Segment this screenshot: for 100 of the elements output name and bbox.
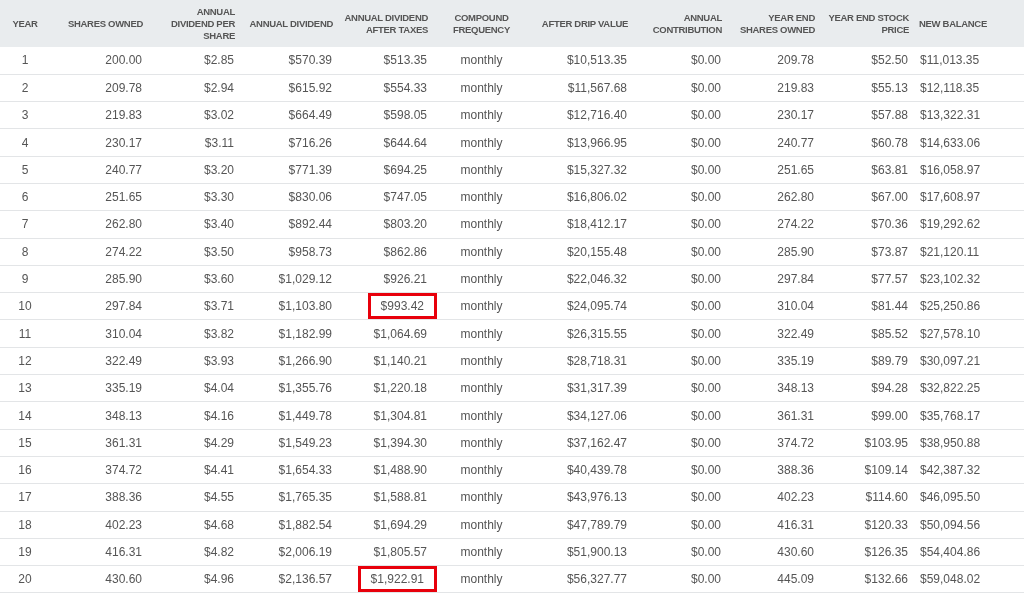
table-cell-text: $747.05 bbox=[383, 189, 427, 207]
table-cell-text: $1,140.21 bbox=[373, 352, 427, 370]
table-cell: $3.40 bbox=[203, 217, 234, 232]
table-cell-text: $1,694.29 bbox=[373, 516, 427, 534]
table-cell: $0.00 bbox=[690, 272, 721, 286]
table-cell: $11,013.35 bbox=[920, 53, 980, 68]
table-cell: 374.72 bbox=[105, 463, 142, 478]
table-cell: 15 bbox=[18, 435, 32, 450]
table-cell: $103.95 bbox=[864, 435, 908, 450]
table-cell: $0.00 bbox=[690, 244, 721, 259]
table-cell: $10,513.35 bbox=[566, 53, 627, 68]
table-cell: $958.73 bbox=[288, 244, 332, 259]
table-cell-text: $926.21 bbox=[383, 271, 427, 288]
table-cell: $3.60 bbox=[203, 272, 234, 286]
table-cell: $60.78 bbox=[871, 135, 908, 150]
table-cell: $3.82 bbox=[203, 326, 234, 341]
table-cell: $0.00 bbox=[690, 517, 721, 532]
table-cell: 297.84 bbox=[105, 299, 142, 314]
table-cell: monthly bbox=[460, 490, 503, 505]
table-cell: $52.50 bbox=[871, 53, 908, 68]
table-cell: $63.81 bbox=[871, 162, 908, 177]
table-cell: $0.00 bbox=[690, 545, 721, 559]
table-cell: monthly bbox=[460, 162, 503, 177]
table-cell: $0.00 bbox=[690, 190, 721, 205]
table-cell: $31,317.39 bbox=[566, 381, 627, 396]
table-cell: $73.87 bbox=[871, 244, 908, 259]
table-cell: 18 bbox=[18, 517, 32, 532]
table-cell-text: $694.25 bbox=[383, 161, 427, 179]
table-cell-text: $1,064.69 bbox=[373, 325, 427, 343]
table-cell: 445.09 bbox=[777, 572, 814, 587]
table-cell: 430.60 bbox=[777, 545, 814, 559]
table-cell: $23,102.32 bbox=[920, 272, 981, 286]
table-cell: 416.31 bbox=[777, 517, 814, 532]
table-cell: 322.49 bbox=[105, 353, 142, 368]
table-cell: 297.84 bbox=[777, 272, 814, 286]
table-cell: $55.13 bbox=[871, 80, 908, 95]
table-cell: 12 bbox=[18, 353, 32, 368]
table-cell: $16,058.97 bbox=[920, 162, 981, 177]
table-cell-text: $1,588.81 bbox=[373, 489, 427, 507]
table-cell: $892.44 bbox=[288, 217, 332, 232]
table-cell: $67.00 bbox=[871, 190, 908, 205]
table-cell: $57.88 bbox=[871, 108, 908, 123]
table-cell: 10 bbox=[18, 299, 32, 314]
table-cell: $0.00 bbox=[690, 299, 721, 314]
table-cell: $54,404.86 bbox=[920, 545, 981, 559]
table-cell: $0.00 bbox=[690, 326, 721, 341]
table-cell: $1,765.35 bbox=[278, 490, 332, 505]
table-cell: $3.30 bbox=[203, 190, 234, 205]
table-cell: 285.90 bbox=[105, 272, 142, 286]
table-cell: $4.96 bbox=[203, 572, 234, 587]
table-cell: $43,976.13 bbox=[566, 490, 627, 505]
table-cell: $716.26 bbox=[288, 135, 332, 150]
table-cell: $17,608.97 bbox=[920, 190, 981, 205]
table-cell: $1,182.99 bbox=[278, 326, 332, 341]
table-cell: monthly bbox=[460, 545, 503, 559]
table-cell: $2.85 bbox=[203, 53, 234, 68]
table-cell: $42,387.32 bbox=[920, 463, 981, 478]
table-cell: $4.55 bbox=[203, 490, 234, 505]
table-cell: monthly bbox=[460, 353, 503, 368]
table-cell: $830.06 bbox=[288, 190, 332, 205]
table-cell: 200.00 bbox=[105, 53, 142, 68]
table-cell: $0.00 bbox=[690, 53, 721, 68]
table-cell: monthly bbox=[460, 272, 503, 286]
table-cell: $2.94 bbox=[203, 80, 234, 95]
table-cell: $120.33 bbox=[864, 517, 908, 532]
table-cell: $3.71 bbox=[203, 299, 234, 314]
table-cell: monthly bbox=[460, 80, 503, 95]
table-cell: monthly bbox=[460, 381, 503, 396]
table-cell: $1,266.90 bbox=[278, 353, 332, 368]
table-cell: $0.00 bbox=[690, 80, 721, 95]
table-cell: $0.00 bbox=[690, 108, 721, 123]
table-cell: 361.31 bbox=[777, 408, 814, 423]
table-cell: 310.04 bbox=[777, 299, 814, 314]
table-cell: $1,355.76 bbox=[278, 381, 332, 396]
table-cell: 402.23 bbox=[777, 490, 814, 505]
column-header: NEW BALANCE bbox=[914, 0, 1024, 47]
table-cell: $56,327.77 bbox=[566, 572, 627, 587]
table-cell: $0.00 bbox=[690, 353, 721, 368]
table-cell: $27,578.10 bbox=[920, 326, 981, 341]
table-cell: $50,094.56 bbox=[920, 517, 981, 532]
table-cell: 219.83 bbox=[777, 80, 814, 95]
table-cell: $0.00 bbox=[690, 217, 721, 232]
table-cell: $34,127.06 bbox=[566, 408, 627, 423]
table-cell: $13,966.95 bbox=[566, 135, 627, 150]
highlighted-value: $993.42 bbox=[367, 293, 437, 320]
table-cell: $28,718.31 bbox=[566, 353, 627, 368]
table-cell: $21,120.11 bbox=[920, 244, 980, 259]
table-cell: 416.31 bbox=[105, 545, 142, 559]
table-cell: $664.49 bbox=[288, 108, 332, 123]
column-header: YEAR END SHARES OWNED bbox=[727, 0, 820, 47]
table-cell: 402.23 bbox=[105, 517, 142, 532]
table-cell: $89.79 bbox=[871, 353, 908, 368]
table-cell: monthly bbox=[460, 435, 503, 450]
table-cell: 219.83 bbox=[105, 108, 142, 123]
table-cell: 6 bbox=[21, 190, 29, 205]
table-cell: 230.17 bbox=[105, 135, 142, 150]
table-cell-text: $1,805.57 bbox=[373, 544, 427, 561]
table-cell-text: $862.86 bbox=[383, 243, 427, 261]
table-cell: monthly bbox=[460, 217, 503, 232]
table-cell: $1,029.12 bbox=[278, 272, 332, 286]
